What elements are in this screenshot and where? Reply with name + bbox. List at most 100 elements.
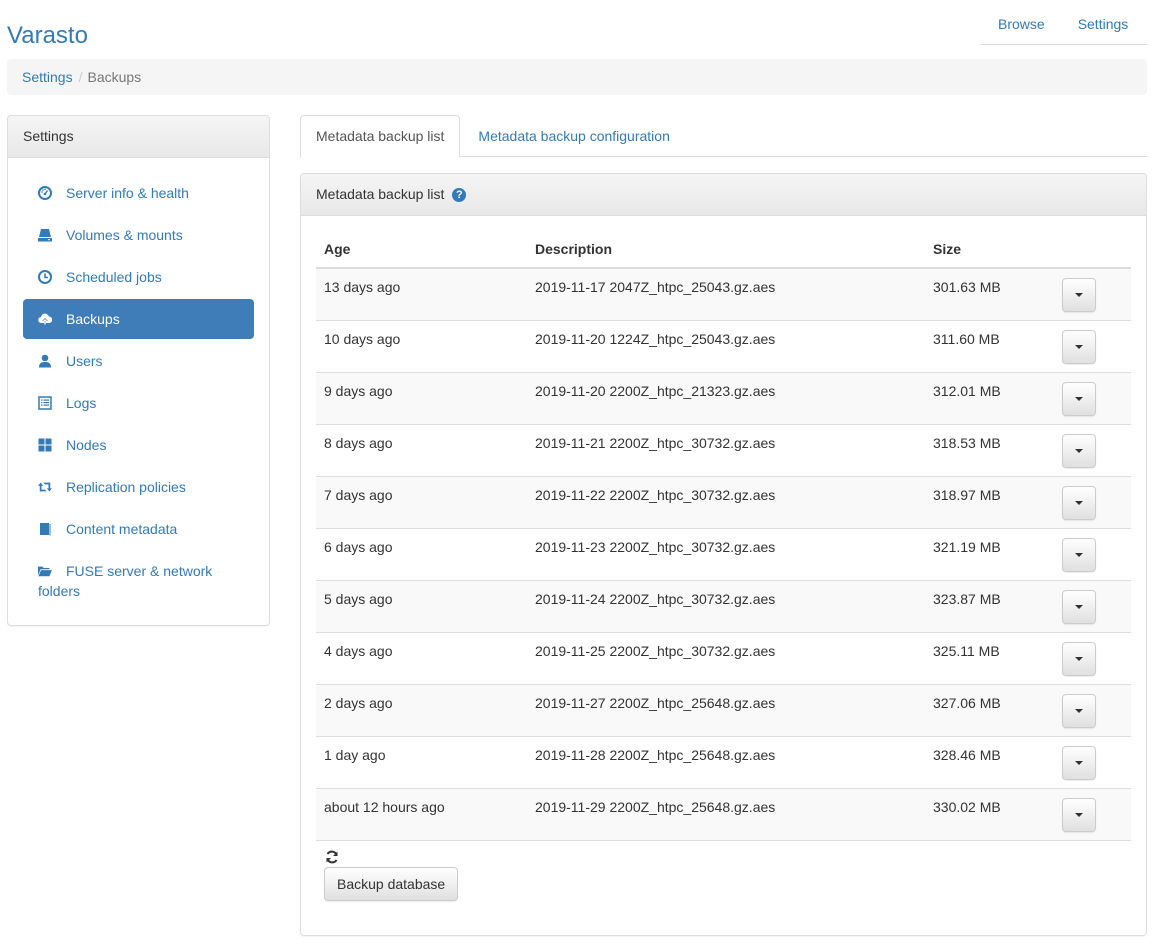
- caret-down-icon: [1075, 397, 1083, 401]
- cell-size: 301.63 MB: [925, 268, 1054, 321]
- breadcrumb: Settings / Backups: [7, 59, 1147, 95]
- sidebar-item-content-metadata[interactable]: Content metadata: [23, 509, 254, 549]
- row-actions-dropdown-button[interactable]: [1062, 382, 1096, 416]
- sidebar-item-scheduled-jobs[interactable]: Scheduled jobs: [23, 257, 254, 297]
- caret-down-icon: [1075, 293, 1083, 297]
- cell-age: 6 days ago: [316, 528, 527, 581]
- tab-bar: Metadata backup list Metadata backup con…: [300, 115, 1147, 158]
- cell-size: 318.53 MB: [925, 424, 1054, 477]
- table-row: 9 days ago 2019-11-20 2200Z_htpc_21323.gz…: [316, 372, 1131, 425]
- row-actions-dropdown-button[interactable]: [1062, 486, 1096, 520]
- cell-age: 10 days ago: [316, 320, 527, 373]
- cell-description: 2019-11-17 2047Z_htpc_25043.gz.aes: [527, 268, 925, 321]
- cell-actions: [1054, 476, 1131, 529]
- caret-down-icon: [1075, 709, 1083, 713]
- panel-title: Metadata backup list: [316, 186, 445, 202]
- app-title[interactable]: Varasto: [7, 22, 88, 50]
- cell-actions: [1054, 684, 1131, 737]
- cell-actions: [1054, 788, 1131, 841]
- row-actions-dropdown-button[interactable]: [1062, 538, 1096, 572]
- row-actions-dropdown-button[interactable]: [1062, 694, 1096, 728]
- cell-description: 2019-11-23 2200Z_htpc_30732.gz.aes: [527, 528, 925, 581]
- row-actions-dropdown-button[interactable]: [1062, 642, 1096, 676]
- refresh-icon[interactable]: [325, 850, 339, 864]
- nav-browse[interactable]: Browse: [981, 0, 1061, 44]
- sidebar-item-label: Replication policies: [66, 479, 186, 495]
- sidebar-item-label: Volumes & mounts: [66, 227, 183, 243]
- dashboard-icon: [38, 183, 52, 203]
- table-row: 5 days ago 2019-11-24 2200Z_htpc_30732.gz…: [316, 580, 1131, 633]
- cell-description: 2019-11-27 2200Z_htpc_25648.gz.aes: [527, 684, 925, 737]
- help-icon[interactable]: ?: [452, 187, 467, 202]
- sidebar-item-server-info[interactable]: Server info & health: [23, 173, 254, 213]
- sidebar-list: Server info & health Volumes & mounts Sc…: [8, 158, 269, 628]
- cell-actions: [1054, 268, 1131, 321]
- cell-age: 7 days ago: [316, 476, 527, 529]
- sidebar-item-logs[interactable]: Logs: [23, 383, 254, 423]
- sidebar-item-replication-policies[interactable]: Replication policies: [23, 467, 254, 507]
- table-row: 2 days ago 2019-11-27 2200Z_htpc_25648.gz…: [316, 684, 1131, 737]
- sidebar-item-users[interactable]: Users: [23, 341, 254, 381]
- sidebar-item-volumes[interactable]: Volumes & mounts: [23, 215, 254, 255]
- row-actions-dropdown-button[interactable]: [1062, 330, 1096, 364]
- folder-open-icon: [38, 561, 52, 581]
- cell-size: 328.46 MB: [925, 736, 1054, 789]
- cell-description: 2019-11-22 2200Z_htpc_30732.gz.aes: [527, 476, 925, 529]
- cell-description: 2019-11-21 2200Z_htpc_30732.gz.aes: [527, 424, 925, 477]
- cell-actions: [1054, 580, 1131, 633]
- table-row: about 12 hours ago 2019-11-29 2200Z_htpc_…: [316, 788, 1131, 841]
- row-actions-dropdown-button[interactable]: [1062, 798, 1096, 832]
- sidebar-item-label: Logs: [66, 395, 97, 411]
- cell-age: 13 days ago: [316, 268, 527, 321]
- table-body: 13 days ago 2019-11-17 2047Z_htpc_25043.g…: [316, 268, 1131, 841]
- sidebar-heading: Settings: [8, 116, 269, 158]
- cell-age: about 12 hours ago: [316, 788, 527, 841]
- caret-down-icon: [1075, 501, 1083, 505]
- sidebar-item-nodes[interactable]: Nodes: [23, 425, 254, 465]
- table-row: 6 days ago 2019-11-23 2200Z_htpc_30732.gz…: [316, 528, 1131, 581]
- row-actions-dropdown-button[interactable]: [1062, 278, 1096, 312]
- cell-description: 2019-11-20 1224Z_htpc_25043.gz.aes: [527, 320, 925, 373]
- cell-age: 5 days ago: [316, 580, 527, 633]
- sidebar-item-fuse-server[interactable]: FUSE server & network folders: [23, 551, 254, 611]
- caret-down-icon: [1075, 449, 1083, 453]
- cell-size: 330.02 MB: [925, 788, 1054, 841]
- cell-description: 2019-11-25 2200Z_htpc_30732.gz.aes: [527, 632, 925, 685]
- book-icon: [38, 519, 52, 539]
- nav-settings[interactable]: Settings: [1061, 0, 1146, 44]
- th-large-icon: [38, 435, 52, 455]
- cell-actions: [1054, 528, 1131, 581]
- caret-down-icon: [1075, 761, 1083, 765]
- row-actions-dropdown-button[interactable]: [1062, 746, 1096, 780]
- sidebar-item-backups[interactable]: Backups: [23, 299, 254, 339]
- sidebar-item-label: FUSE server & network folders: [38, 563, 213, 599]
- caret-down-icon: [1075, 345, 1083, 349]
- column-header-actions: [1054, 231, 1131, 269]
- row-actions-dropdown-button[interactable]: [1062, 434, 1096, 468]
- cell-size: 327.06 MB: [925, 684, 1054, 737]
- caret-down-icon: [1075, 553, 1083, 557]
- sidebar-item-label: Server info & health: [66, 185, 189, 201]
- table-row: 7 days ago 2019-11-22 2200Z_htpc_30732.gz…: [316, 476, 1131, 529]
- user-icon: [38, 351, 52, 371]
- breadcrumb-backups: Backups: [87, 69, 142, 85]
- column-header-size: Size: [925, 231, 1054, 269]
- cell-description: 2019-11-20 2200Z_htpc_21323.gz.aes: [527, 372, 925, 425]
- sidebar-item-label: Users: [66, 353, 103, 369]
- breadcrumb-settings[interactable]: Settings: [22, 69, 73, 85]
- cell-actions: [1054, 736, 1131, 789]
- table-row: 4 days ago 2019-11-25 2200Z_htpc_30732.gz…: [316, 632, 1131, 685]
- breadcrumb-separator: /: [78, 69, 83, 85]
- sidebar-item-label: Scheduled jobs: [66, 269, 162, 285]
- hdd-icon: [38, 225, 52, 245]
- backup-database-button[interactable]: Backup database: [324, 867, 459, 901]
- cell-size: 321.19 MB: [925, 528, 1054, 581]
- caret-down-icon: [1075, 813, 1083, 817]
- row-actions-dropdown-button[interactable]: [1062, 590, 1096, 624]
- caret-down-icon: [1075, 605, 1083, 609]
- backup-table: Age Description Size 13 days ago 2019-11-…: [316, 231, 1131, 841]
- tab-backup-list[interactable]: Metadata backup list: [300, 115, 461, 158]
- tab-backup-configuration[interactable]: Metadata backup configuration: [462, 115, 685, 157]
- sidebar-item-label: Backups: [66, 311, 120, 327]
- cell-size: 312.01 MB: [925, 372, 1054, 425]
